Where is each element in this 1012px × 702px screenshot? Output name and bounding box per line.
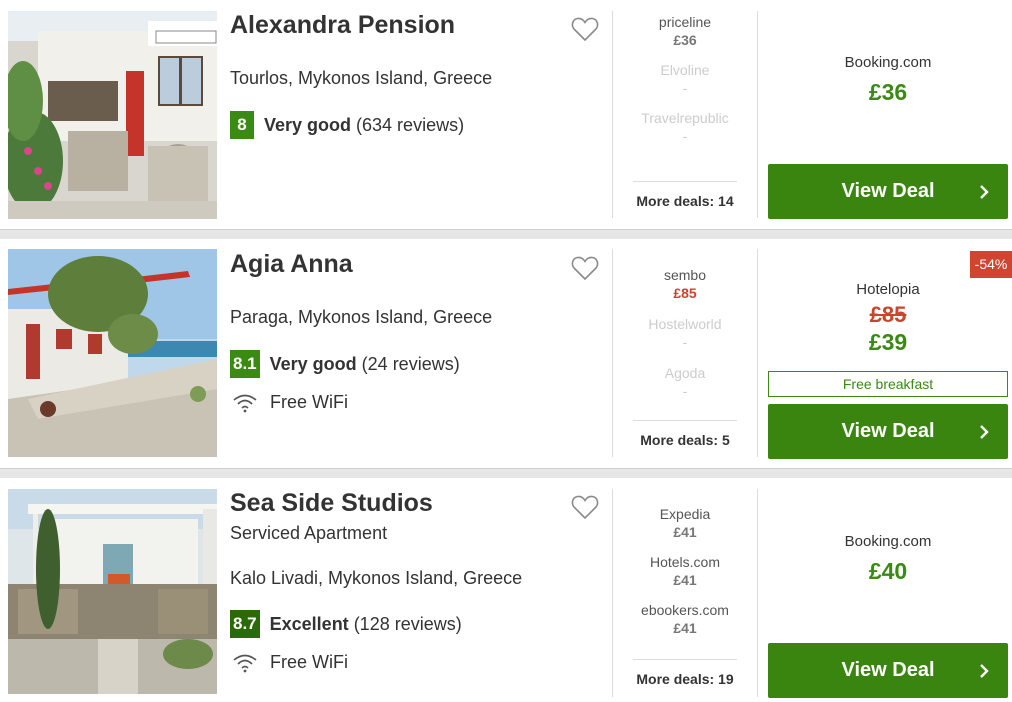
deal-row[interactable]: Hotels.com £41 — [626, 554, 744, 602]
amenity-wifi: Free WiFi — [233, 652, 348, 673]
deal-price: - — [682, 80, 688, 96]
deal-price: £41 — [673, 524, 697, 540]
best-deal: Booking.com £40 — [768, 533, 1008, 585]
divider — [757, 249, 758, 457]
review-count[interactable]: (634 reviews) — [356, 115, 464, 136]
view-deal-label: View Deal — [841, 420, 935, 442]
best-deal: Booking.com £36 — [768, 54, 1008, 106]
rating: 8 Very good (634 reviews) — [230, 111, 464, 139]
rating-text: Very good — [269, 353, 357, 374]
hotel-location: Paraga, Mykonos Island, Greece — [230, 307, 493, 327]
deal-provider: Hostelworld — [648, 316, 722, 332]
heart-icon[interactable] — [571, 255, 599, 281]
hotel-card-agia-anna: Agia Anna Paraga, Mykonos Island, Greece… — [0, 239, 1012, 468]
deal-row: Hostelworld - — [626, 316, 744, 365]
best-deal: Hotelopia £85 £39 — [768, 281, 1008, 356]
deal-provider: Hotels.com — [649, 554, 721, 570]
best-deal-price: £39 — [868, 329, 908, 355]
score-badge: 8.7 — [230, 610, 260, 638]
wifi-icon — [233, 654, 257, 672]
deal-row: Travelrepublic - — [626, 110, 744, 158]
hotel-card-alexandra-pension: Alexandra Pension Tourlos, Mykonos Islan… — [0, 0, 1012, 229]
best-deal-price: £40 — [868, 558, 908, 584]
free-breakfast-tag: Free breakfast — [768, 371, 1008, 397]
amenity-label: Free WiFi — [270, 652, 348, 672]
divider — [757, 489, 758, 697]
review-count[interactable]: (24 reviews) — [362, 354, 460, 375]
rating: 8.1 Very good (24 reviews) — [230, 350, 460, 378]
deal-provider: Agoda — [664, 365, 706, 381]
more-deals-link[interactable]: More deals: 5 — [633, 420, 737, 448]
deal-price: £36 — [673, 32, 697, 48]
hotel-name[interactable]: Alexandra Pension — [230, 11, 455, 40]
rating-text: Excellent — [269, 613, 349, 634]
deal-price: - — [682, 383, 688, 399]
hotel-photo[interactable] — [8, 11, 217, 219]
divider — [612, 11, 613, 218]
best-deal-provider: Hotelopia — [856, 281, 920, 298]
other-deals: Expedia £41 Hotels.com £41 ebookers.com … — [626, 506, 744, 650]
deal-provider: Elvoline — [660, 62, 710, 78]
view-deal-button[interactable]: View Deal — [768, 404, 1008, 459]
deal-provider: Expedia — [659, 506, 711, 522]
deal-provider: sembo — [663, 267, 707, 283]
more-deals-link[interactable]: More deals: 19 — [633, 659, 737, 687]
deal-row: Agoda - — [626, 365, 744, 413]
property-type: Serviced Apartment — [230, 523, 388, 543]
divider — [757, 11, 758, 218]
view-deal-label: View Deal — [841, 659, 935, 681]
hotel-photo[interactable] — [8, 489, 217, 694]
amenity-label: Free WiFi — [270, 392, 348, 412]
deal-row[interactable]: Expedia £41 — [626, 506, 744, 554]
view-deal-button[interactable]: View Deal — [768, 164, 1008, 219]
score-badge: 8.1 — [230, 350, 260, 378]
wifi-icon — [233, 394, 257, 412]
other-deals: priceline £36 Elvoline - Travelrepublic … — [626, 14, 744, 158]
original-price: £85 — [869, 302, 907, 327]
score-badge: 8 — [230, 111, 254, 139]
best-deal-provider: Booking.com — [844, 54, 932, 71]
hotel-name[interactable]: Agia Anna — [230, 250, 353, 279]
hotel-card-sea-side-studios: Sea Side Studios Serviced Apartment Kalo… — [0, 478, 1012, 702]
hotel-photo[interactable] — [8, 249, 217, 457]
other-deals: sembo £85 Hostelworld - Agoda - — [626, 267, 744, 413]
deal-row[interactable]: sembo £85 — [626, 267, 744, 316]
chevron-right-icon — [978, 404, 990, 459]
best-deal-provider: Booking.com — [844, 533, 932, 550]
view-deal-button[interactable]: View Deal — [768, 643, 1008, 698]
chevron-right-icon — [978, 164, 990, 219]
best-deal-price: £36 — [868, 79, 908, 105]
hotel-name[interactable]: Sea Side Studios — [230, 489, 433, 518]
amenity-wifi: Free WiFi — [233, 392, 348, 413]
chevron-right-icon — [978, 643, 990, 698]
more-deals-link[interactable]: More deals: 14 — [633, 181, 737, 209]
rating-text: Very good — [264, 114, 352, 135]
deal-provider: Travelrepublic — [641, 110, 729, 126]
deal-price: £85 — [673, 285, 697, 301]
deal-price: - — [682, 128, 688, 144]
heart-icon[interactable] — [571, 16, 599, 42]
review-count[interactable]: (128 reviews) — [354, 614, 462, 635]
divider — [612, 249, 613, 457]
view-deal-label: View Deal — [841, 180, 935, 202]
deal-price: £41 — [673, 572, 697, 588]
deal-price: - — [682, 334, 688, 350]
divider — [612, 489, 613, 697]
hotel-location: Kalo Livadi, Mykonos Island, Greece — [230, 568, 523, 588]
rating: 8.7 Excellent (128 reviews) — [230, 610, 462, 638]
deal-row[interactable]: priceline £36 — [626, 14, 744, 62]
deal-row[interactable]: ebookers.com £41 — [626, 602, 744, 650]
deal-price: £41 — [673, 620, 697, 636]
discount-badge: -54% — [970, 251, 1012, 278]
deal-row: Elvoline - — [626, 62, 744, 110]
hotel-location: Tourlos, Mykonos Island, Greece — [230, 68, 493, 88]
deal-provider: priceline — [658, 14, 712, 30]
heart-icon[interactable] — [571, 494, 599, 520]
deal-provider: ebookers.com — [641, 602, 729, 618]
